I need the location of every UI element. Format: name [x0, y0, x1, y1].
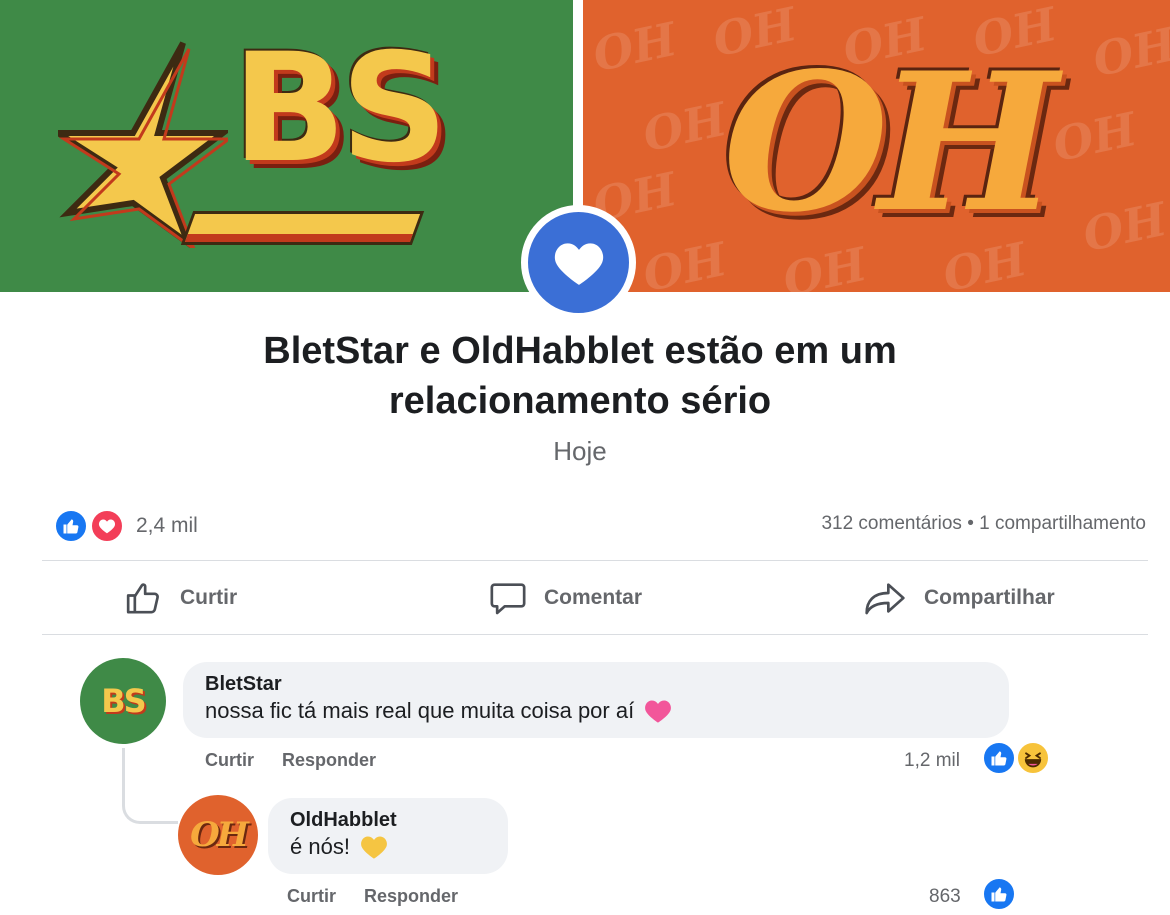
reaction-stats: 2,4 mil 312 comentários • 1 compartilham… — [54, 508, 1154, 544]
yellow-heart-icon — [361, 836, 387, 859]
like-icon — [982, 877, 1016, 911]
relationship-badge — [521, 205, 636, 320]
comment-author[interactable]: BletStar — [205, 672, 987, 696]
reply-reaction-count[interactable]: 863 — [929, 886, 961, 908]
bletstar-avatar[interactable]: BS — [80, 658, 166, 744]
oldhabblet-avatar[interactable]: OH — [178, 795, 258, 875]
headline-line-1: BletStar e OldHabblet estão em um — [263, 330, 897, 372]
comment-reply-link[interactable]: Responder — [282, 750, 376, 771]
comment-like-link[interactable]: Curtir — [205, 750, 254, 771]
comment-actions: Curtir Responder — [205, 750, 376, 771]
oldhabblet-avatar-logo: OH — [190, 815, 249, 855]
reaction-summary[interactable] — [54, 508, 130, 544]
comment-bubble: BletStar nossa fic tá mais real que muit… — [183, 662, 1009, 738]
comment-text: nossa fic tá mais real que muita coisa p… — [205, 696, 987, 726]
reply-like-link[interactable]: Curtir — [287, 886, 336, 907]
comment-body: nossa fic tá mais real que muita coisa p… — [205, 698, 635, 723]
comment-bubble-icon — [490, 583, 526, 615]
divider-bottom — [42, 634, 1148, 635]
reply-bubble: OldHabblet é nós! — [268, 798, 508, 874]
pink-heart-icon — [645, 700, 672, 723]
share-arrow-icon — [865, 583, 905, 615]
heart-icon — [554, 242, 603, 285]
reply-text: é nós! — [290, 832, 486, 862]
love-icon — [90, 509, 124, 543]
oldhabblet-logo-text: OH — [723, 31, 1058, 254]
post-date: Hoje — [553, 436, 607, 466]
post-headline: BletStar e OldHabblet estão em um relaci… — [0, 326, 1160, 426]
headline-line-2: relacionamento sério — [388, 380, 772, 422]
reply-author[interactable]: OldHabblet — [290, 808, 486, 832]
share-button-label: Compartilhar — [924, 586, 1055, 609]
cover-banner: BS OH OH OH OH OH OH OH OH OH OH OH OH OH — [0, 0, 1170, 320]
logo-underline — [184, 214, 421, 242]
comment-reaction-count[interactable]: 1,2 mil — [904, 750, 960, 772]
reply-thread-line — [122, 748, 178, 824]
divider-top — [42, 560, 1148, 561]
thumbs-up-icon — [126, 583, 159, 614]
like-icon — [982, 741, 1016, 775]
reply-reply-link[interactable]: Responder — [364, 886, 458, 907]
comment-button[interactable]: Comentar — [488, 578, 642, 618]
like-button-label: Curtir — [180, 586, 238, 609]
bletstar-logo-text: BS — [232, 22, 448, 196]
share-button[interactable]: Compartilhar — [862, 578, 1055, 618]
reaction-count[interactable]: 2,4 mil — [136, 514, 198, 538]
comment-button-label: Comentar — [544, 586, 643, 609]
reply-actions: Curtir Responder — [287, 886, 458, 907]
haha-icon — [1016, 741, 1050, 775]
like-icon — [54, 509, 88, 543]
like-button[interactable]: Curtir — [124, 578, 237, 618]
bletstar-avatar-logo: BS — [101, 682, 146, 720]
reply-body: é nós! — [290, 834, 350, 859]
comments-shares-count[interactable]: 312 comentários • 1 compartilhamento — [821, 513, 1146, 535]
oldhabblet-cover-panel: OH OH OH OH OH OH OH OH OH OH OH OH OH — [583, 0, 1170, 292]
bletstar-cover-panel: BS — [0, 0, 573, 292]
